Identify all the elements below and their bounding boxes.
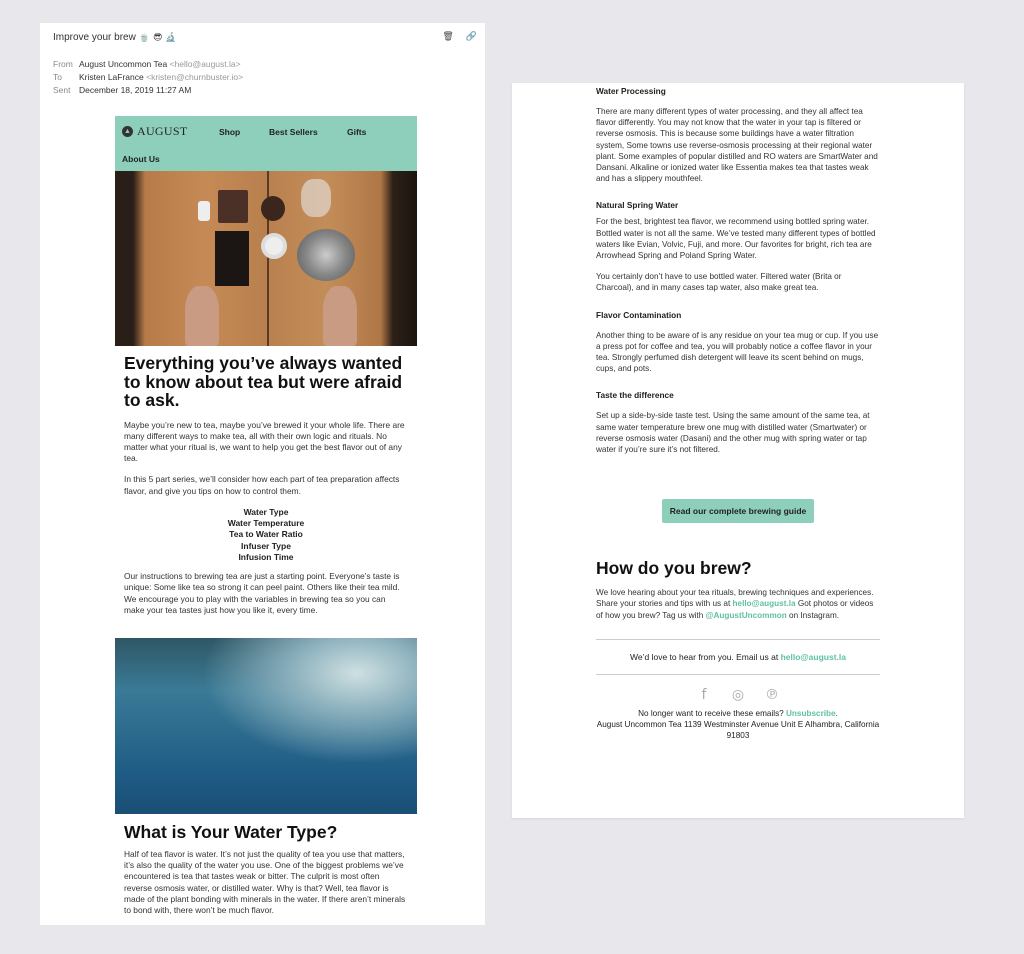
unsubscribe-line: No longer want to receive these emails? … xyxy=(596,708,880,719)
unsubscribe-period: . xyxy=(835,708,838,718)
to-name[interactable]: Kristen LaFrance xyxy=(79,71,144,84)
section-heading: Natural Spring Water xyxy=(596,200,679,211)
topic-item: Infuser Type xyxy=(241,540,291,551)
coffee-scale xyxy=(218,190,248,223)
brew-paragraph: We love hearing about your tea rituals, … xyxy=(596,587,880,621)
unsubscribe-link[interactable]: Unsubscribe xyxy=(786,709,836,718)
section-paragraph: Set up a side-by-side taste test. Using … xyxy=(596,411,870,455)
tea-emoji-icon: 🍵 xyxy=(138,32,151,43)
divider xyxy=(596,673,880,675)
nav-item-about-us[interactable]: About Us xyxy=(122,154,160,164)
contact-text: We’d love to hear from you. Email us at xyxy=(630,651,781,662)
brand-logo[interactable]: ▲ AUGUST xyxy=(122,124,187,139)
from-name[interactable]: August Uncommon Tea xyxy=(79,58,167,71)
water-type-title: What is Your Water Type? xyxy=(124,822,338,843)
topic-item: Water Temperature xyxy=(227,518,305,529)
from-address[interactable]: <hello@august.la> xyxy=(170,58,241,71)
contact-line: We’d love to hear from you. Email us at … xyxy=(596,652,880,662)
intro-paragraph-1: Maybe you’re new to tea, maybe you’ve br… xyxy=(124,419,405,464)
topic-item: Water Type xyxy=(243,506,289,517)
pinterest-icon[interactable]: ℗ xyxy=(764,687,780,703)
sent-row: Sent December 18, 2019 11:27 AM xyxy=(53,84,472,97)
brand-name: AUGUST xyxy=(137,124,188,138)
intro-paragraph-2: In this 5 part series, we’ll consider ho… xyxy=(124,474,400,496)
water-hero-image xyxy=(115,638,417,815)
tea-cup xyxy=(261,233,287,259)
email-subject: Improve your brew 🍵 😎 🔬 xyxy=(53,32,472,43)
nav-item-shop[interactable]: Shop xyxy=(219,127,240,137)
company-address: August Uncommon Tea 1139 Westminster Ave… xyxy=(596,720,880,741)
divider xyxy=(596,638,880,640)
to-label: To xyxy=(53,72,62,82)
email-body: ▲ AUGUST Shop Best Sellers Gifts About U… xyxy=(115,116,417,916)
email-meta: From August Uncommon Tea <hello@august.l… xyxy=(53,58,472,97)
water-type-paragraph: Half of tea flavor is water. It’s not ju… xyxy=(124,849,406,916)
header-actions: 🗑 🔗 xyxy=(442,32,477,42)
brewing-guide-button[interactable]: Read our complete brewing guide xyxy=(661,499,815,524)
brand-navbar: ▲ AUGUST Shop Best Sellers Gifts About U… xyxy=(115,116,417,171)
kettle xyxy=(297,229,355,281)
section-paragraph: You certainly don’t have to use bottled … xyxy=(596,272,842,293)
nav-item-best-sellers[interactable]: Best Sellers xyxy=(269,127,318,137)
email-body-continued: Water Processing There are many differen… xyxy=(596,86,880,741)
nav-item-gifts[interactable]: Gifts xyxy=(347,127,366,137)
to-row: To Kristen LaFrance <kristen@churnbuster… xyxy=(53,71,472,84)
section-paragraph: For the best, brightest tea flavor, we r… xyxy=(596,217,876,261)
instagram-icon[interactable]: ◎ xyxy=(730,687,746,703)
footer: No longer want to receive these emails? … xyxy=(596,708,880,742)
topic-item: Infusion Time xyxy=(238,551,294,562)
from-row: From August Uncommon Tea <hello@august.l… xyxy=(53,58,472,71)
link-icon[interactable]: 🔗 xyxy=(466,32,477,42)
section-heading: Taste the difference xyxy=(596,390,674,401)
social-links: f ◎ ℗ xyxy=(596,687,880,703)
email-panel-top: Improve your brew 🍵 😎 🔬 🗑 🔗 From August Un… xyxy=(40,23,485,925)
topic-item: Tea to Water Ratio xyxy=(229,529,303,540)
tea-bag xyxy=(215,231,249,286)
email-panel-bottom: Water Processing There are many differen… xyxy=(512,83,964,818)
section-taste-the-difference: Taste the difference Set up a side-by-si… xyxy=(596,390,880,455)
scale-device xyxy=(198,201,210,221)
section-flavor-contamination: Flavor Contamination Another thing to be… xyxy=(596,310,880,375)
logo-mark-icon: ▲ xyxy=(122,126,133,137)
from-label: From xyxy=(53,59,73,69)
sunglasses-emoji-icon: 😎 xyxy=(153,32,163,43)
section-heading: Water Processing xyxy=(596,86,666,96)
how-do-you-brew-title: How do you brew? xyxy=(596,558,752,579)
section-paragraph: Another thing to be aware of is any resi… xyxy=(596,330,879,374)
to-address[interactable]: <kristen@churnbuster.io> xyxy=(146,71,243,84)
contact-email-link[interactable]: hello@august.la xyxy=(781,652,846,662)
instagram-link[interactable]: @AugustUncommon xyxy=(706,611,787,620)
section-heading: Flavor Contamination xyxy=(596,309,682,320)
tea-table-hero-image xyxy=(115,171,417,346)
intro-paragraph-3: Our instructions to brewing tea are just… xyxy=(124,571,400,615)
email-header: Improve your brew 🍵 😎 🔬 🗑 🔗 From August Un… xyxy=(40,23,485,116)
dripper xyxy=(261,196,285,221)
section-water-processing: Water Processing There are many differen… xyxy=(596,86,880,184)
cta-wrapper: Read our complete brewing guide xyxy=(596,499,880,524)
brew-text-3: on Instagram. xyxy=(786,610,840,620)
sent-value: December 18, 2019 11:27 AM xyxy=(79,85,192,95)
right-hand xyxy=(323,286,357,346)
sent-label: Sent xyxy=(53,85,71,95)
glass xyxy=(301,179,331,217)
trash-icon[interactable]: 🗑 xyxy=(442,32,453,42)
topic-list: Water Type Water Temperature Tea to Wate… xyxy=(115,507,417,563)
section-paragraph: There are many different types of water … xyxy=(596,107,878,184)
section-natural-spring-water: Natural Spring Water For the best, brigh… xyxy=(596,200,880,293)
left-hand xyxy=(185,286,219,346)
microscope-emoji-icon: 🔬 xyxy=(165,32,177,43)
intro-headline: Everything you’ve always wanted to know … xyxy=(124,353,403,410)
unsubscribe-text: No longer want to receive these emails? xyxy=(638,708,787,718)
facebook-icon[interactable]: f xyxy=(696,687,712,703)
email-link[interactable]: hello@august.la xyxy=(733,599,796,608)
subject-text: Improve your brew xyxy=(53,32,136,43)
